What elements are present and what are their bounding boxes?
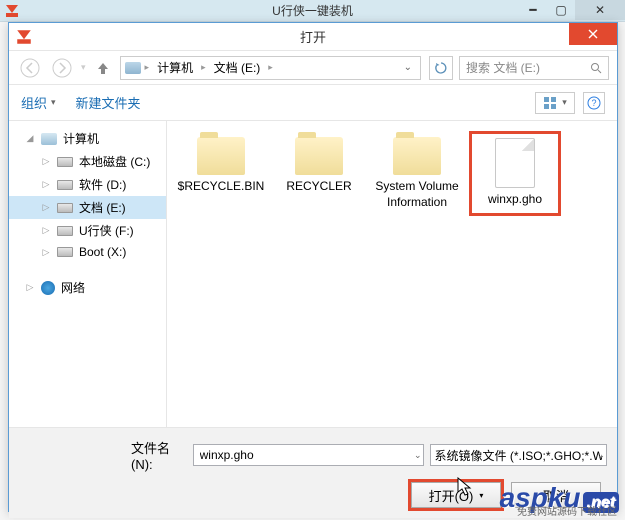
file-item-gho[interactable]: winxp.gho bbox=[469, 131, 561, 216]
open-button[interactable]: 打开(O) ▾ bbox=[411, 482, 501, 508]
chevron-down-icon: ▾ bbox=[562, 97, 567, 108]
filename-label: 文件名(N): bbox=[131, 438, 185, 472]
tree-node-drive[interactable]: ▷ Boot (X:) bbox=[9, 242, 166, 262]
forward-button[interactable] bbox=[49, 55, 75, 81]
drive-icon bbox=[57, 180, 73, 190]
breadcrumb-segment[interactable]: 文档 (E:) bbox=[210, 59, 265, 76]
help-button[interactable]: ? bbox=[583, 92, 605, 114]
breadcrumb[interactable]: ▸ 计算机 ▸ 文档 (E:) ▸ ⌄ bbox=[120, 56, 421, 80]
tree-node-computer[interactable]: ◢ 计算机 bbox=[9, 127, 166, 150]
chevron-right-icon: ▷ bbox=[41, 179, 51, 190]
dialog-close-button[interactable] bbox=[569, 23, 617, 45]
back-button[interactable] bbox=[17, 55, 43, 81]
dialog-titlebar: 打开 bbox=[9, 23, 617, 51]
dialog-title: 打开 bbox=[300, 27, 326, 46]
tree-node-drive-selected[interactable]: ▷ 文档 (E:) bbox=[9, 196, 166, 219]
network-icon bbox=[41, 281, 55, 295]
organize-menu[interactable]: 组织 ▾ bbox=[21, 93, 56, 112]
chevron-down-icon: ◢ bbox=[25, 133, 35, 144]
new-folder-button[interactable]: 新建文件夹 bbox=[76, 93, 141, 112]
folder-icon bbox=[393, 137, 441, 175]
chevron-right-icon: ▷ bbox=[41, 202, 51, 213]
chevron-right-icon: ▷ bbox=[41, 156, 51, 167]
close-button[interactable]: ✕ bbox=[575, 0, 625, 20]
svg-text:?: ? bbox=[591, 98, 596, 108]
file-item-folder[interactable]: System Volume Information bbox=[371, 131, 463, 216]
chevron-right-icon: ▸ bbox=[145, 62, 150, 73]
drive-icon bbox=[57, 226, 73, 236]
drive-icon bbox=[125, 62, 141, 74]
computer-icon bbox=[41, 133, 57, 145]
maximize-button[interactable]: ▢ bbox=[547, 0, 575, 20]
search-placeholder: 搜索 文档 (E:) bbox=[466, 59, 540, 76]
filetype-select[interactable] bbox=[430, 444, 608, 466]
refresh-button[interactable] bbox=[429, 56, 453, 80]
app-icon bbox=[4, 3, 20, 19]
view-options-button[interactable]: ▾ bbox=[535, 92, 575, 114]
chevron-right-icon: ▸ bbox=[268, 62, 273, 73]
file-item-folder[interactable]: $RECYCLE.BIN bbox=[175, 131, 267, 216]
tree-node-drive[interactable]: ▷ U行侠 (F:) bbox=[9, 219, 166, 242]
parent-title: U行侠一键装机 bbox=[272, 2, 353, 19]
toolbar: 组织 ▾ 新建文件夹 ▾ ? bbox=[9, 85, 617, 121]
chevron-right-icon: ▸ bbox=[201, 62, 206, 73]
tree-node-drive[interactable]: ▷ 本地磁盘 (C:) bbox=[9, 150, 166, 173]
parent-titlebar: U行侠一键装机 ━ ▢ ✕ bbox=[0, 0, 625, 22]
drive-icon bbox=[57, 247, 73, 257]
nav-row: ▾ ▸ 计算机 ▸ 文档 (E:) ▸ ⌄ 搜索 文档 (E:) bbox=[9, 51, 617, 85]
chevron-right-icon: ▷ bbox=[41, 247, 51, 258]
file-item-folder[interactable]: RECYCLER bbox=[273, 131, 365, 216]
drive-icon bbox=[57, 157, 73, 167]
chevron-right-icon: ▷ bbox=[25, 282, 35, 293]
tree-node-network[interactable]: ▷ 网络 bbox=[9, 276, 166, 299]
folder-icon bbox=[197, 137, 245, 175]
nav-tree: ◢ 计算机 ▷ 本地磁盘 (C:) ▷ 软件 (D:) ▷ 文档 (E:) ▷ bbox=[9, 121, 167, 427]
tree-node-drive[interactable]: ▷ 软件 (D:) bbox=[9, 173, 166, 196]
file-icon bbox=[495, 138, 535, 188]
up-button[interactable] bbox=[92, 57, 114, 79]
breadcrumb-dropdown[interactable]: ⌄ bbox=[400, 62, 416, 73]
minimize-button[interactable]: ━ bbox=[519, 0, 547, 20]
chevron-down-icon: ▾ bbox=[479, 491, 483, 500]
app-icon bbox=[15, 28, 33, 46]
search-input[interactable]: 搜索 文档 (E:) bbox=[459, 56, 609, 80]
filename-input[interactable] bbox=[193, 444, 424, 466]
open-dialog: 打开 ▾ ▸ 计算机 ▸ 文档 (E:) ▸ ⌄ 搜索 文档 (E:) bbox=[8, 22, 618, 512]
breadcrumb-segment[interactable]: 计算机 bbox=[153, 59, 197, 76]
history-dropdown-icon[interactable]: ▾ bbox=[81, 62, 86, 73]
watermark-sub: 免费网站源码下载社区 bbox=[517, 503, 617, 518]
chevron-right-icon: ▷ bbox=[41, 225, 51, 236]
chevron-down-icon: ▾ bbox=[51, 97, 56, 108]
drive-icon bbox=[57, 203, 73, 213]
folder-icon bbox=[295, 137, 343, 175]
file-list: $RECYCLE.BIN RECYCLER System Volume Info… bbox=[167, 121, 617, 427]
